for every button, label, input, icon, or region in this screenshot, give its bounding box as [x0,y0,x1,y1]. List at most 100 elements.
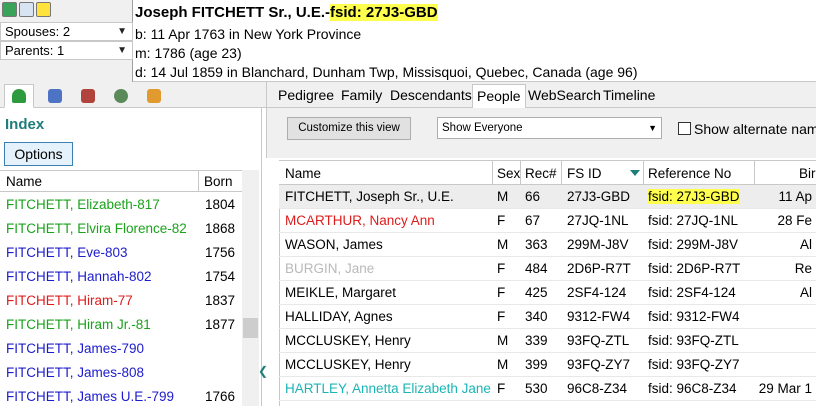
tab-pedigree[interactable]: Pedigree [278,87,334,103]
tab-index[interactable] [4,84,34,108]
chevron-down-icon: ▼ [117,45,127,56]
col-rec-header[interactable]: Rec# [525,166,557,181]
tab-people[interactable]: People [472,84,526,109]
cell-rec: 67 [525,213,541,228]
cell-fsid: 2D6P-R7T [567,261,631,276]
cell-fsid: 27JQ-1NL [567,213,629,228]
person-summary: Joseph FITCHETT Sr., U.E.-fsid: 27J3-GBD… [133,0,816,82]
alternate-names-label: Show alternate names [694,121,816,137]
col-name-header[interactable]: Name [285,166,321,181]
cell-name: HALLIDAY, Agnes [285,309,393,324]
index-row-name: FITCHETT, Hiram-77 [6,293,133,308]
tab-descendants[interactable]: Descendants [390,87,472,103]
spouses-dropdown[interactable]: Spouses: 2 ▼ [0,22,133,41]
spouses-label: Spouses: 2 [5,24,71,39]
col-name-header[interactable]: Name [6,174,42,189]
col-ref-header[interactable]: Reference No [648,166,731,181]
cell-fsid: 93FQ-ZTL [567,333,630,348]
parents-dropdown[interactable]: Parents: 1 ▼ [0,41,133,60]
people-row[interactable]: BURGIN, Jane F 484 2D6P-R7T fsid: 2D6P-R7T Re [279,257,816,281]
tab-websearch[interactable]: WebSearch [528,87,601,103]
notes-icon[interactable] [19,2,34,17]
index-row-born: 1804 [205,197,236,212]
people-row[interactable]: FITCHETT, Joseph Sr., U.E. M 66 27J3-GBD fsi… [279,185,816,209]
index-row[interactable]: FITCHETT, Hiram Jr.-81 1877 [0,313,242,337]
options-button[interactable]: Options [4,142,73,166]
index-row[interactable]: FITCHETT, James-808 [0,361,242,385]
cell-sex: F [497,213,506,228]
tab-sources[interactable] [73,84,103,108]
col-birth-header[interactable]: Bir [799,166,816,181]
people-row[interactable]: HARTLEY, Annetta Elizabeth Jane F 530 96C8-… [279,377,816,401]
cell-sex: F [497,261,506,276]
cell-reference: fsid: 27JQ-1NL [648,213,739,228]
chevron-down-icon: ▼ [117,26,127,37]
cell-reference: fsid: 93FQ-ZTL [648,333,739,348]
index-row-born: 1766 [205,389,236,404]
index-row[interactable]: FITCHETT, James-790 [0,337,242,361]
people-row[interactable]: MCCLUSKEY, Henry M 339 93FQ-ZTL fsid: 93FQ-Z… [279,329,816,353]
index-row[interactable]: FITCHETT, Elizabeth-817 1804 [0,193,242,217]
compass-icon [114,89,128,103]
tab-timeline[interactable]: Timeline [603,87,655,103]
cell-reference: fsid: 2D6P-R7T [648,261,741,276]
cell-name: HARTLEY, Annetta Elizabeth Jane [285,381,491,396]
tab-families[interactable] [40,84,70,108]
index-row[interactable]: FITCHETT, Eve-803 1756 [0,241,242,265]
index-row-name: FITCHETT, James-808 [6,365,145,380]
people-row[interactable]: MCCLUSKEY, Henry M 399 93FQ-ZY7 fsid: 93FQ-Z… [279,353,816,377]
cell-birth: 28 Fe [777,213,812,228]
cell-sex: F [497,285,506,300]
index-row[interactable]: FITCHETT, Hiram-77 1837 [0,289,242,313]
cell-rec: 530 [525,381,548,396]
col-fsid-header[interactable]: FS ID [567,166,602,181]
people-row[interactable]: MEIKLE, Margaret F 425 2SF4-124 fsid: 2SF4-1… [279,281,816,305]
sticky-note-icon[interactable] [36,2,51,17]
index-row[interactable]: FITCHETT, James U.E.-799 1766 [0,385,242,409]
person-name-text: Joseph FITCHETT Sr., U.E.- [135,4,331,21]
index-row[interactable]: FITCHETT, Elvira Florence-82 1868 [0,217,242,241]
index-row-name: FITCHETT, Elvira Florence-82 [6,221,187,236]
couple-icon [48,89,62,103]
index-row-name: FITCHETT, Hannah-802 [6,269,152,284]
index-scrollbar-thumb[interactable] [243,318,258,338]
tree-icon[interactable] [2,2,17,17]
col-born-header[interactable]: Born [204,174,233,189]
index-title: Index [5,116,45,133]
index-row[interactable]: FITCHETT, Hannah-802 1754 [0,265,242,289]
cell-birth: Al [799,285,812,300]
cell-fsid: 9312-FW4 [567,309,631,324]
cell-birth: 11 Ap [778,189,812,204]
cell-name: WASON, James [285,237,383,252]
tab-family[interactable]: Family [341,87,382,103]
cell-sex: M [497,237,509,252]
cell-reference: fsid: 93FQ-ZY7 [648,357,740,372]
alternate-names-checkbox[interactable] [678,122,691,135]
customize-view-button[interactable]: Customize this view [287,117,411,140]
index-scrollbar[interactable] [242,170,259,406]
column-divider [492,161,493,185]
cell-reference: fsid: 299M-J8V [648,237,739,252]
cell-reference: fsid: 9312-FW4 [648,309,740,324]
quick-icons [2,2,51,20]
people-row[interactable]: HALLIDAY, Agnes F 340 9312-FW4 fsid: 9312-FW… [279,305,816,329]
people-row[interactable]: WASON, James M 363 299M-J8V fsid: 299M-J8V Al [279,233,816,257]
cell-sex: M [497,357,509,372]
filter-select[interactable]: Show Everyone ▼ [437,117,662,139]
index-row-name: FITCHETT, Hiram Jr.-81 [6,317,151,332]
collapse-panel-icon[interactable]: ❮ [258,364,268,378]
cell-name: MCARTHUR, Nancy Ann [285,213,435,228]
people-row[interactable]: MCARTHUR, Nancy Ann F 67 27JQ-1NL fsid: 27JQ… [279,209,816,233]
cell-sex: M [497,333,509,348]
tab-places[interactable] [106,84,136,108]
tab-groups[interactable] [139,84,169,108]
cell-name: MCCLUSKEY, Henry [285,333,411,348]
col-sex-header[interactable]: Sex [497,166,520,181]
sort-descending-icon [630,170,640,176]
person-icon [12,89,26,103]
birth-line: b: 11 Apr 1763 in New York Province [135,26,362,42]
people-grid-header: Name Sex Rec# FS ID Reference No Bir [279,160,816,185]
books-icon [81,89,95,103]
parents-label: Parents: 1 [5,43,65,58]
cell-birth: Al [799,237,812,252]
